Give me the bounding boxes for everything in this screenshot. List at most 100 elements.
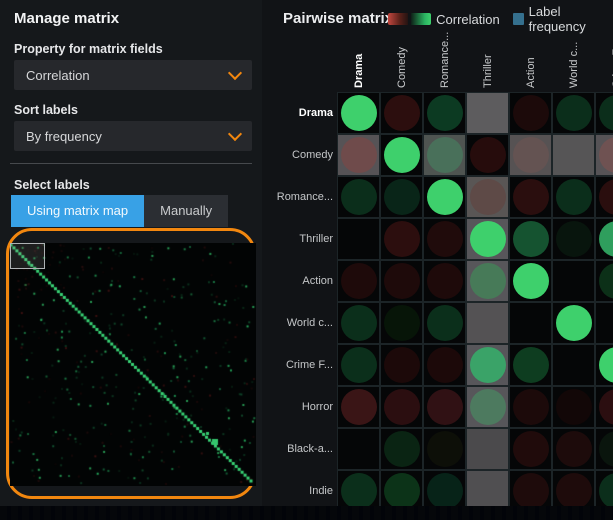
matrix-cell[interactable] [596,345,613,385]
matrix-cell[interactable] [596,303,613,343]
map-selection-handle[interactable] [10,243,45,269]
matrix-cell[interactable] [596,471,613,506]
row-label: Drama [240,106,333,120]
matrix-cell[interactable] [510,303,551,343]
column-header: Romance... [438,30,452,88]
matrix-cell[interactable] [596,387,613,427]
matrix-cell[interactable] [381,387,422,427]
correlation-dot [384,431,420,467]
select-labels-tabs: Using matrix mapManually [11,195,228,227]
matrix-cell[interactable] [467,177,508,217]
correlation-dot [556,389,592,425]
matrix-cell[interactable] [553,261,594,301]
matrix-cell[interactable] [510,219,551,259]
matrix-cell[interactable] [338,387,379,427]
matrix-map[interactable] [10,243,256,486]
matrix-cell[interactable] [553,177,594,217]
matrix-cell[interactable] [596,219,613,259]
matrix-cell[interactable] [467,93,508,133]
matrix-cell[interactable] [424,219,465,259]
matrix-cell[interactable] [510,429,551,469]
matrix-cell[interactable] [424,345,465,385]
manage-matrix-panel: Manage matrix Property for matrix fields… [0,0,262,506]
matrix-cell[interactable] [510,471,551,506]
correlation-dot [513,95,549,131]
correlation-dot [427,179,463,215]
matrix-cell[interactable] [596,429,613,469]
correlation-dot [427,95,463,131]
matrix-cell[interactable] [338,429,379,469]
sort-dropdown-value: By frequency [26,129,102,144]
correlation-dot [427,137,463,173]
matrix-cell[interactable] [467,429,508,469]
matrix-cell[interactable] [338,303,379,343]
sort-dropdown[interactable]: By frequency [14,121,252,151]
matrix-cell[interactable] [467,219,508,259]
matrix-cell[interactable] [424,303,465,343]
matrix-cell[interactable] [338,93,379,133]
correlation-dot [556,305,592,341]
matrix-cell[interactable] [381,177,422,217]
matrix-cell[interactable] [510,387,551,427]
matrix-cell[interactable] [553,303,594,343]
matrix-cell[interactable] [381,471,422,506]
correlation-dot [384,137,420,173]
matrix-cell[interactable] [467,303,508,343]
matrix-cell[interactable] [553,135,594,175]
matrix-cell[interactable] [381,345,422,385]
matrix-cell[interactable] [510,93,551,133]
matrix-cell[interactable] [510,345,551,385]
matrix-cell[interactable] [510,261,551,301]
matrix-cell[interactable] [424,177,465,217]
matrix-cell[interactable] [338,471,379,506]
matrix-cell[interactable] [424,471,465,506]
row-label: World c... [240,316,333,330]
matrix-cell[interactable] [510,177,551,217]
correlation-dot [599,473,613,506]
matrix-cell[interactable] [381,93,422,133]
matrix-cell[interactable] [381,135,422,175]
row-label: Crime F... [240,358,333,372]
correlation-dot [599,95,613,131]
matrix-cell[interactable] [424,261,465,301]
matrix-cell[interactable] [338,345,379,385]
property-dropdown[interactable]: Correlation [14,60,252,90]
matrix-cell[interactable] [467,387,508,427]
matrix-cell[interactable] [596,135,613,175]
matrix-cell[interactable] [553,93,594,133]
matrix-cell[interactable] [381,219,422,259]
matrix-cell[interactable] [424,429,465,469]
matrix-cell[interactable] [338,135,379,175]
matrix-cell[interactable] [553,345,594,385]
correlation-dot [513,221,549,257]
correlation-dot [341,137,377,173]
matrix-cell[interactable] [338,261,379,301]
matrix-cell[interactable] [467,345,508,385]
matrix-cell[interactable] [467,135,508,175]
matrix-cell[interactable] [424,135,465,175]
row-label: Action [240,274,333,288]
matrix-cell[interactable] [381,261,422,301]
matrix-cell[interactable] [424,387,465,427]
matrix-cell[interactable] [467,261,508,301]
matrix-cell[interactable] [596,177,613,217]
matrix-cell[interactable] [510,135,551,175]
matrix-cell[interactable] [338,219,379,259]
matrix-cell[interactable] [381,429,422,469]
tab-using-matrix-map[interactable]: Using matrix map [11,195,144,227]
matrix-cell[interactable] [596,261,613,301]
matrix-cell[interactable] [381,303,422,343]
correlation-dot [470,347,506,383]
matrix-cell[interactable] [553,429,594,469]
matrix-cell[interactable] [553,471,594,506]
matrix-cell[interactable] [467,471,508,506]
tab-manually[interactable]: Manually [144,195,228,227]
matrix-cell[interactable] [553,387,594,427]
matrix-cell[interactable] [596,93,613,133]
sort-field-label: Sort labels [14,103,78,117]
correlation-dot [513,389,549,425]
correlation-positive-gradient-swatch [411,13,431,25]
matrix-cell[interactable] [553,219,594,259]
matrix-cell[interactable] [338,177,379,217]
matrix-cell[interactable] [424,93,465,133]
